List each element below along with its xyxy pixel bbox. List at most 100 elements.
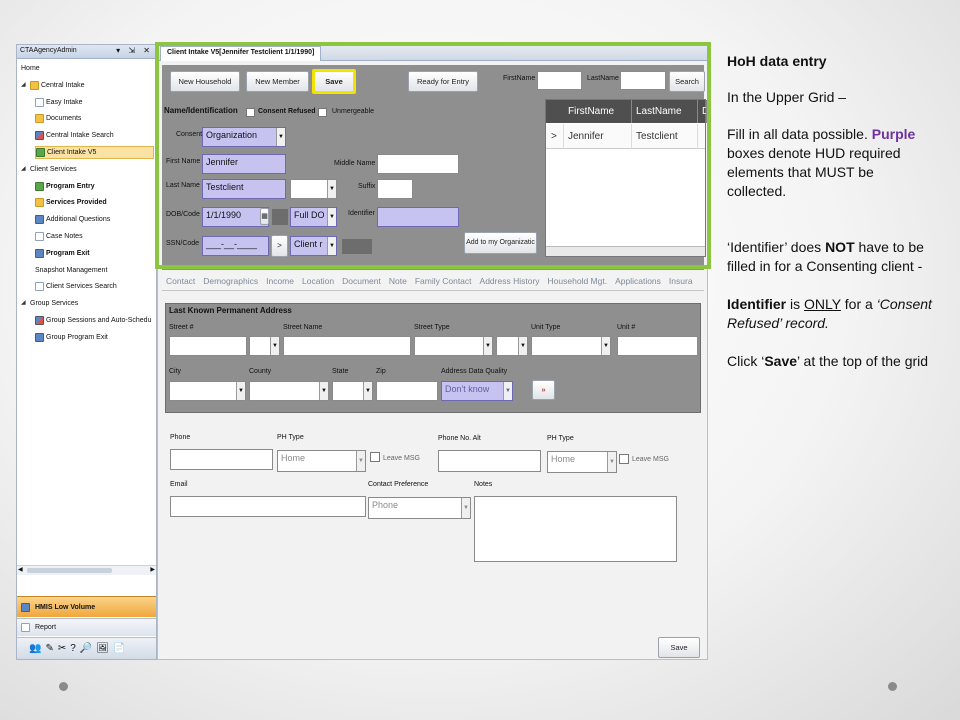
nav-item-central-intake-search[interactable]: Central Intake Search [35, 129, 154, 142]
nav-panel-controls[interactable]: ▾ ⇲ ✕ [116, 46, 153, 55]
street-dir-select[interactable]: ▼ [249, 336, 280, 356]
unit-number-input[interactable] [617, 336, 698, 356]
nav-item-central-intake[interactable]: ◢ Central Intake [21, 79, 154, 92]
middle-name-input[interactable] [377, 154, 459, 174]
nav-item-easy-intake[interactable]: Easy Intake [35, 96, 154, 109]
state-select[interactable]: ▼ [332, 381, 373, 401]
ssn-code-select[interactable]: Client r ▼ [290, 236, 337, 256]
nav-item-snapshot-management[interactable]: Snapshot Management [35, 264, 154, 277]
last-name-input[interactable]: Testclient [202, 179, 286, 199]
nav-item-group-sessions-and-auto-schedu[interactable]: Group Sessions and Auto-Schedu [35, 314, 154, 327]
tab-contact[interactable]: Contact [162, 273, 199, 290]
client-intake-tab[interactable]: Client Intake V5[Jennifer Testclient 1/1… [160, 46, 322, 61]
table-row[interactable]: > Jennifer Testclient [546, 124, 705, 149]
nav-item-client-services-search[interactable]: Client Services Search [35, 280, 154, 293]
street-number-input[interactable] [169, 336, 247, 356]
address-more-button[interactable]: » [532, 380, 555, 400]
scroll-thumb[interactable] [27, 568, 112, 573]
nav-item-documents[interactable]: Documents [35, 112, 154, 125]
scroll-left-icon[interactable]: ◀ [18, 566, 23, 573]
ph-type2-select[interactable]: Home ▼ [547, 451, 617, 473]
nav-item-group-program-exit[interactable]: Group Program Exit [35, 331, 154, 344]
contact-preference-select[interactable]: Phone ▼ [368, 497, 471, 519]
county-select[interactable]: ▼ [249, 381, 329, 401]
edit-tool-icon[interactable]: ✎ [45, 643, 53, 654]
hmis-low-volume-button[interactable]: HMIS Low Volume [17, 596, 156, 617]
nav-item-group-services[interactable]: ◢ Group Services [21, 297, 154, 310]
nav-item-client-intake-v5[interactable]: Client Intake V5 [35, 146, 154, 159]
leave-msg-checkbox[interactable] [370, 452, 380, 462]
report-button[interactable]: Report [17, 618, 156, 636]
document-tool-icon[interactable]: 📄 [113, 643, 125, 654]
tab-document[interactable]: Document [338, 273, 385, 290]
dob-input[interactable]: 1/1/1990 [202, 207, 269, 227]
tools-icon[interactable]: ✂ [58, 643, 66, 654]
tab-family-contact[interactable]: Family Contact [411, 273, 476, 290]
address-data-quality-select[interactable]: Don't know ▼ [441, 381, 513, 401]
phone-alt-input[interactable] [438, 450, 541, 472]
nav-horizontal-scrollbar[interactable]: ◀ ▶ [17, 565, 156, 575]
search-tool-icon[interactable]: 🔎 [80, 643, 92, 654]
help-icon[interactable]: ? [70, 643, 76, 654]
ph-type-select[interactable]: Home ▼ [277, 450, 366, 472]
people-tool-icon[interactable]: 👥 [29, 643, 41, 654]
firstname-search-input[interactable] [537, 71, 582, 90]
phone-input[interactable] [170, 449, 273, 470]
county-label: County [249, 368, 272, 375]
grid-header-firstname[interactable]: FirstName [564, 100, 632, 123]
name-quality-select[interactable]: ▼ [290, 179, 337, 199]
grid-horizontal-scrollbar[interactable] [546, 246, 705, 256]
scroll-right-icon[interactable]: ▶ [150, 566, 155, 573]
image-tool-icon[interactable]: 🖼 [96, 643, 109, 654]
unmergeable-checkbox[interactable] [318, 108, 327, 117]
dob-code-select[interactable]: Full DO ▼ [290, 207, 337, 227]
tab-location[interactable]: Location [298, 273, 338, 290]
zip-input[interactable] [376, 381, 438, 401]
nav-item-services-provided[interactable]: Services Provided [35, 196, 154, 209]
tab-insura[interactable]: Insura [665, 273, 697, 290]
tab-note[interactable]: Note [385, 273, 411, 290]
chevron-down-icon: ▼ [518, 337, 527, 355]
tab-household-mgt[interactable]: Household Mgt. [544, 273, 612, 290]
expand-arrow-icon[interactable]: ◢ [21, 79, 28, 92]
search-button[interactable]: Search [669, 71, 705, 92]
consent-refused-checkbox[interactable] [246, 108, 255, 117]
street-name-input[interactable] [283, 336, 411, 356]
nav-item-additional-questions[interactable]: Additional Questions [35, 213, 154, 226]
grid-header-lastname[interactable]: LastName [632, 100, 698, 123]
nav-item-client-services[interactable]: ◢ Client Services [21, 163, 154, 176]
save-button[interactable]: Save [312, 69, 356, 94]
leave-msg2-checkbox[interactable] [619, 454, 629, 464]
save-bottom-button[interactable]: Save [658, 637, 700, 658]
nav-item-case-notes[interactable]: Case Notes [35, 230, 154, 243]
tab-demographics[interactable]: Demographics [199, 273, 262, 290]
street-suffix-select[interactable]: ▼ [496, 336, 528, 356]
nav-item-program-exit[interactable]: Program Exit [35, 247, 154, 260]
expand-arrow-icon[interactable]: ◢ [21, 297, 28, 310]
city-select[interactable]: ▼ [169, 381, 246, 401]
lastname-search-input[interactable] [620, 71, 666, 90]
street-type-select[interactable]: ▼ [414, 336, 493, 356]
tab-applications[interactable]: Applications [611, 273, 665, 290]
expand-arrow-icon[interactable]: ◢ [21, 163, 28, 176]
calendar-icon[interactable]: ▦ [260, 208, 269, 225]
row-expand-icon[interactable]: > [546, 124, 564, 149]
ssn-expand-button[interactable]: > [271, 235, 288, 257]
add-to-my-organization-button[interactable]: Add to my Organizatic [464, 232, 537, 254]
tab-address-history[interactable]: Address History [476, 273, 544, 290]
email-input[interactable] [170, 496, 366, 517]
notes-textarea[interactable] [474, 496, 677, 562]
new-household-button[interactable]: New Household [170, 71, 240, 92]
nav-item-program-entry[interactable]: Program Entry [35, 180, 154, 193]
consent-select[interactable]: Organization ▼ [202, 127, 286, 147]
new-member-button[interactable]: New Member [246, 71, 309, 92]
ready-for-entry-button[interactable]: Ready for Entry [408, 71, 478, 92]
ssn-input[interactable]: ___-__-____ [202, 236, 269, 256]
grid-header-dob[interactable]: DO [698, 100, 707, 123]
suffix-input[interactable] [377, 179, 413, 199]
identifier-input[interactable] [377, 207, 459, 227]
nav-item-home[interactable]: Home [21, 62, 154, 75]
first-name-input[interactable]: Jennifer [202, 154, 286, 174]
tab-income[interactable]: Income [262, 273, 298, 290]
unit-type-select[interactable]: ▼ [531, 336, 611, 356]
